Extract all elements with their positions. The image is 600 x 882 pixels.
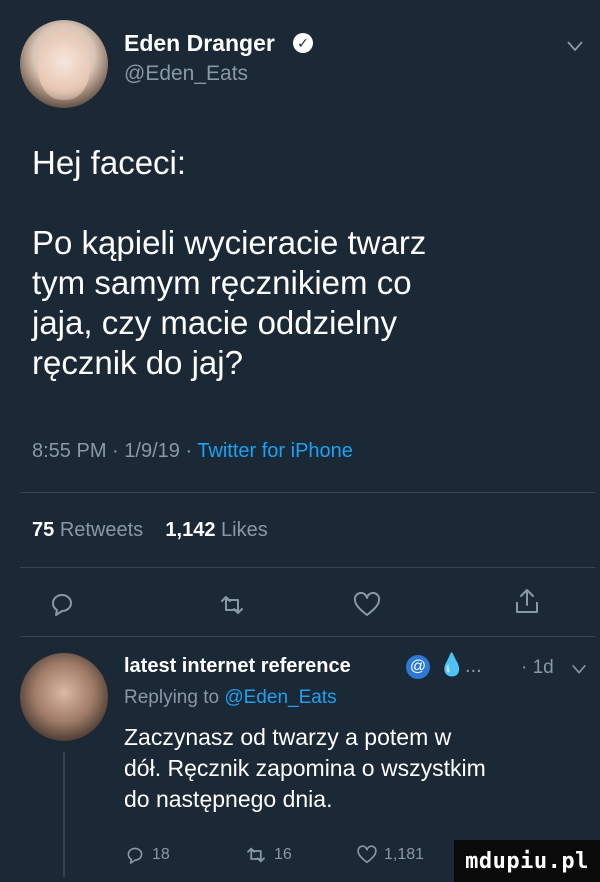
divider (20, 636, 595, 637)
thread-line (63, 752, 65, 877)
meta-separator: · (185, 440, 198, 462)
retweets-label[interactable]: Retweets (60, 519, 143, 541)
reply-text: Zaczynasz od twarzy a potem w dół. Ręczn… (124, 724, 486, 812)
reply-count: 18 (152, 846, 170, 863)
tweet-time: 8:55 PM (32, 440, 107, 462)
tweet-date: 1/9/19 (124, 440, 180, 462)
replying-to: Replying to @Eden_Eats (124, 687, 337, 709)
droplet-emoji-icon: 💧 (438, 652, 466, 677)
heart-icon (357, 845, 377, 864)
likes-label[interactable]: Likes (221, 519, 268, 541)
reply-author-display-name[interactable]: latest internet reference (124, 655, 351, 678)
chevron-down-icon[interactable] (570, 660, 588, 678)
divider (20, 492, 595, 493)
meta-separator: · (112, 440, 125, 462)
watermark-logo: mdupiu.pl (454, 840, 600, 882)
tweet-meta: 8:55 PM · 1/9/19 · Twitter for iPhone (32, 440, 353, 463)
retweet-icon[interactable] (217, 590, 247, 620)
divider (20, 567, 595, 568)
retweet-count: 16 (274, 846, 292, 863)
tweet-stats: 75 Retweets 1,142 Likes (32, 519, 268, 542)
replying-prefix: Replying to (124, 687, 220, 708)
like-count[interactable]: 1,142 (165, 519, 215, 541)
reply-retweet-action[interactable]: 16 (244, 842, 292, 868)
heart-icon[interactable] (352, 590, 382, 620)
author-handle[interactable]: @Eden_Eats (124, 62, 248, 86)
reply-author-avatar[interactable] (20, 653, 108, 741)
reply-icon[interactable] (47, 589, 77, 619)
verified-badge-icon: ✓ (293, 33, 313, 53)
retweet-icon (247, 847, 265, 863)
replying-mention[interactable]: @Eden_Eats (224, 687, 336, 708)
reply-time[interactable]: · 1d (521, 657, 554, 679)
cyclone-emoji-icon: @ (406, 655, 430, 679)
retweet-count[interactable]: 75 (32, 519, 54, 541)
name-truncation: ... (465, 655, 482, 677)
like-count: 1,181 (384, 846, 425, 863)
tweet-text: Hej faceci: Po kąpieli wycieracie twarz … (32, 144, 427, 381)
reply-icon (127, 847, 143, 864)
reply-reply-action[interactable]: 18 (124, 842, 170, 868)
reply-like-action[interactable]: 1,181 (356, 842, 424, 868)
author-avatar[interactable] (20, 20, 108, 108)
tweet-source-link[interactable]: Twitter for iPhone (197, 440, 353, 462)
share-icon[interactable] (512, 586, 542, 616)
watermark-text: mdupiu.pl (465, 848, 589, 874)
chevron-down-icon[interactable] (565, 36, 585, 56)
author-display-name[interactable]: Eden Dranger (124, 30, 275, 57)
